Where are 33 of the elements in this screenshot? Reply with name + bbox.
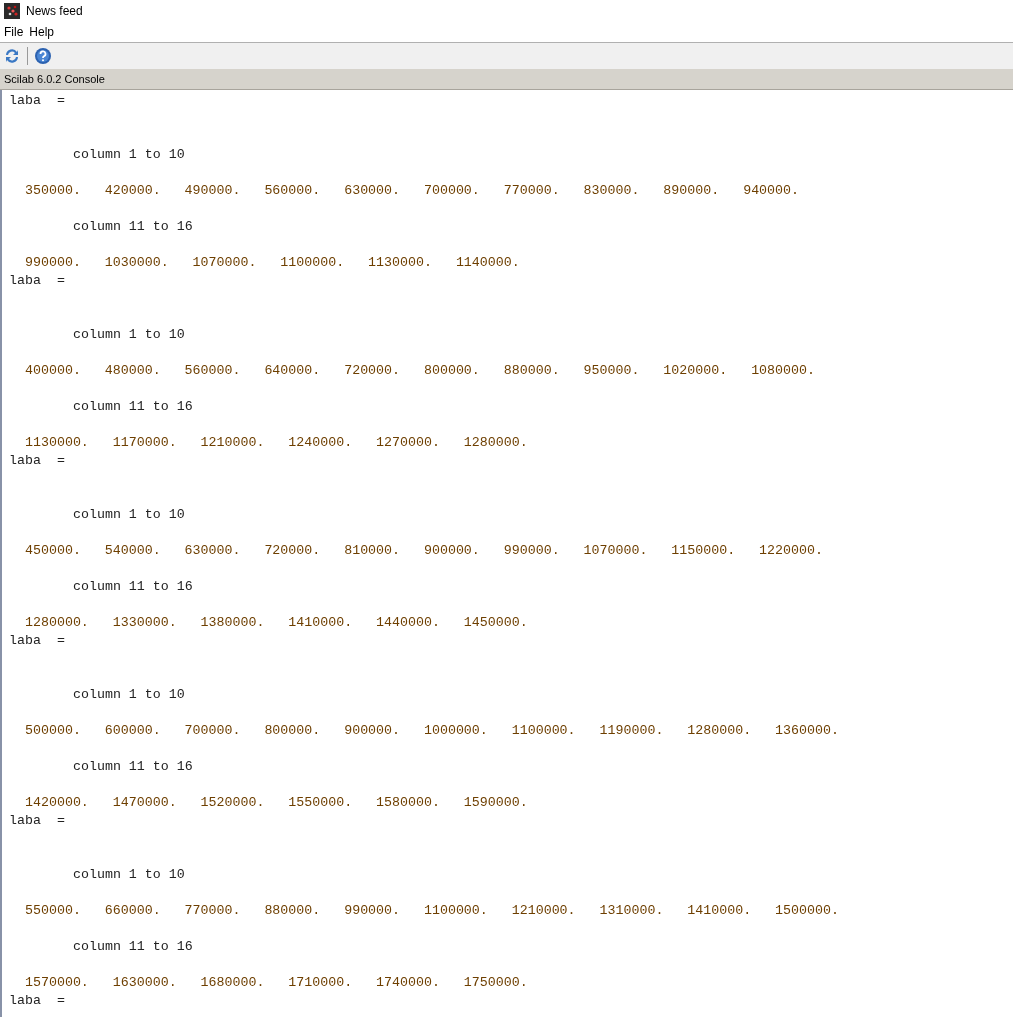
window-title: News feed [26, 4, 83, 18]
column-header: column 1 to 10 [72, 866, 185, 884]
variable-name: laba = [9, 812, 65, 830]
variable-name: laba = [9, 452, 65, 470]
values-row-text: 450000. 540000. 630000. 720000. 810000. 900000. 990000. 1070000. 1150000. 1220000. [24, 542, 823, 560]
help-icon[interactable] [34, 47, 52, 65]
menu-item[interactable]: File [4, 25, 24, 39]
column-header: column 11 to 16 [72, 578, 193, 596]
column-header: column 1 to 10 [72, 506, 185, 524]
console-title: Scilab 6.0.2 Console [4, 73, 105, 85]
variable-name: laba = [9, 992, 65, 1010]
values-row-text: 350000. 420000. 490000. 560000. 630000. 700000. 770000. 830000. 890000. 940000. [24, 182, 799, 200]
column-header: column 11 to 16 [72, 758, 193, 776]
variable-name: laba = [9, 272, 65, 290]
values-row-text: 1570000. 1630000. 1680000. 1710000. 1740000. 1750000. [24, 974, 528, 992]
values-row-text: 400000. 480000. 560000. 640000. 720000. 800000. 880000. 950000. 1020000. 1080000. [24, 362, 815, 380]
column-header: column 1 to 10 [72, 326, 185, 344]
menu-item[interactable]: Help [29, 25, 55, 39]
column-header: column 11 to 16 [72, 218, 193, 236]
values-row-text: 550000. 660000. 770000. 880000. 990000. 1100000. 1210000. 1310000. 1410000. 1500000. [24, 902, 839, 920]
app-icon [4, 3, 20, 19]
values-row-text: 990000. 1030000. 1070000. 1100000. 1130000. 1140000. [24, 254, 520, 272]
refresh-icon[interactable] [3, 47, 21, 65]
values-row-text: 1420000. 1470000. 1520000. 1550000. 1580000. 1590000. [24, 794, 528, 812]
column-header: column 11 to 16 [72, 938, 193, 956]
column-header: column 1 to 10 [72, 686, 185, 704]
values-row-text: 1130000. 1170000. 1210000. 1240000. 1270000. 1280000. [24, 434, 528, 452]
column-header: column 1 to 10 [72, 146, 185, 164]
values-row-text: 500000. 600000. 700000. 800000. 900000. 1000000. 1100000. 1190000. 1280000. 1360000. [24, 722, 839, 740]
variable-name: laba = [9, 632, 65, 650]
column-header: column 11 to 16 [72, 398, 193, 416]
variable-name: laba = [9, 92, 65, 110]
values-row-text: 1280000. 1330000. 1380000. 1410000. 1440000. 1450000. [24, 614, 528, 632]
